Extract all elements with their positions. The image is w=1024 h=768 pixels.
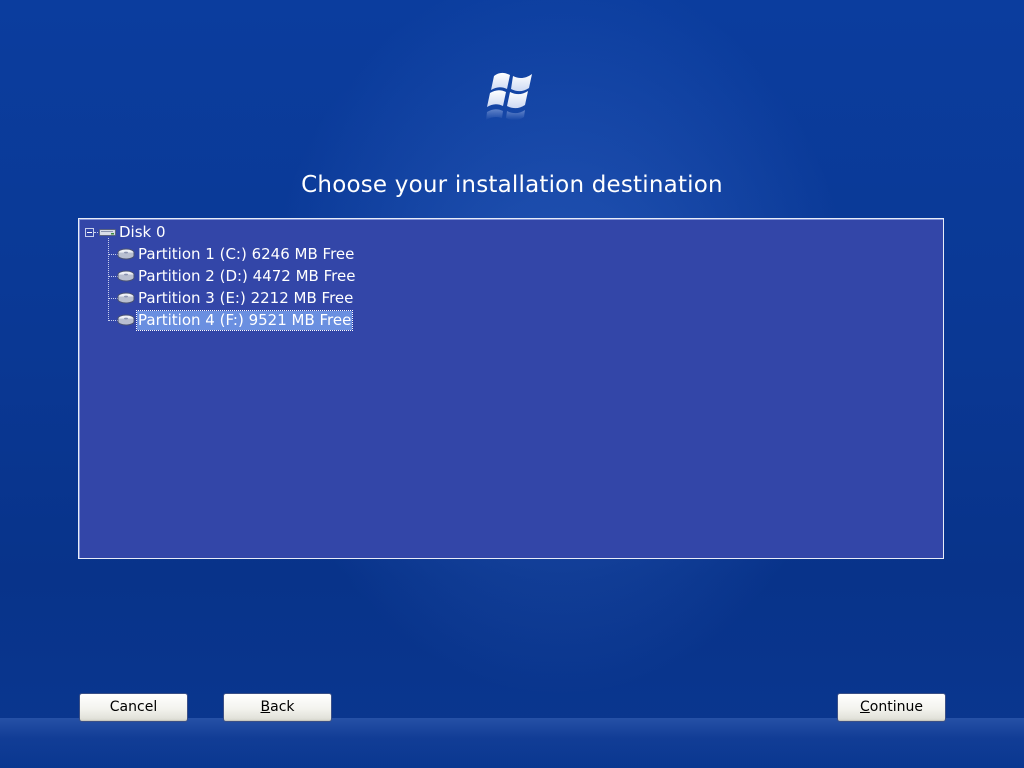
bottom-band <box>0 718 1024 768</box>
cancel-button-label: Cancel <box>109 699 158 715</box>
back-button-label: ack <box>270 699 295 715</box>
drive-icon <box>117 270 135 282</box>
tree-connector <box>108 238 109 321</box>
hard-disk-icon <box>99 229 116 236</box>
tree-item-partition-2[interactable]: Partition 2 (D:) 4472 MB Free <box>137 266 356 286</box>
tree-item-partition-4[interactable]: Partition 4 (F:) 9521 MB Free <box>135 310 354 331</box>
collapse-icon[interactable] <box>85 228 94 237</box>
windows-flag-icon <box>486 72 532 121</box>
tree-item-label: Partition 1 (C:) 6246 MB Free <box>138 245 355 263</box>
tree-item-disk-0[interactable]: Disk 0 <box>118 222 167 242</box>
drive-icon <box>117 292 135 304</box>
partition-tree[interactable]: Disk 0 Partition 1 (C:) 6246 MB Free Par… <box>78 218 944 559</box>
tree-item-label: Partition 4 (F:) 9521 MB Free <box>135 310 354 331</box>
cancel-button[interactable]: Cancel <box>79 693 188 722</box>
back-button-accel: B <box>260 699 271 715</box>
tree-item-label: Partition 3 (E:) 2212 MB Free <box>138 289 354 307</box>
continue-button[interactable]: Continue <box>837 693 946 722</box>
tree-item-partition-1[interactable]: Partition 1 (C:) 6246 MB Free <box>137 244 355 264</box>
continue-button-label: ontinue <box>869 699 923 715</box>
page-title: Choose your installation destination <box>301 172 723 198</box>
tree-item-label: Disk 0 <box>119 223 166 241</box>
continue-button-accel: C <box>860 699 870 715</box>
tree-item-partition-3[interactable]: Partition 3 (E:) 2212 MB Free <box>137 288 354 308</box>
drive-icon <box>117 314 135 326</box>
drive-icon <box>117 248 135 260</box>
tree-item-label: Partition 2 (D:) 4472 MB Free <box>138 267 356 285</box>
back-button[interactable]: Back <box>223 693 332 722</box>
